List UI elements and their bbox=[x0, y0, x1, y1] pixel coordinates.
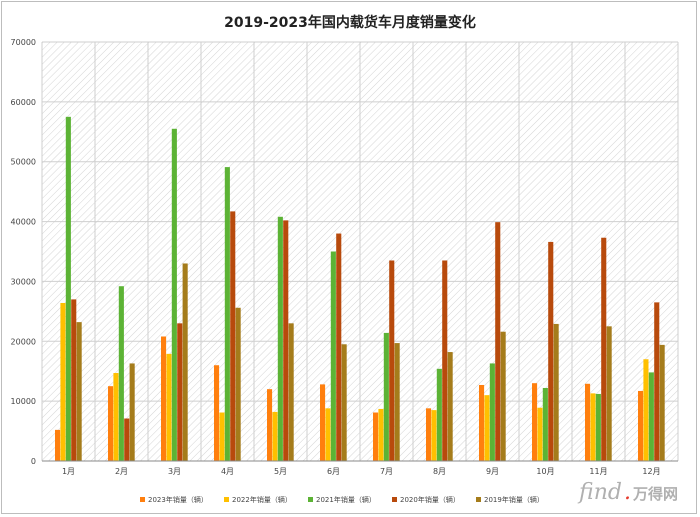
x-tick-label: 8月 bbox=[433, 467, 446, 476]
x-tick-label: 1月 bbox=[62, 467, 75, 476]
bar-1-9 bbox=[537, 407, 543, 461]
x-tick-label: 6月 bbox=[327, 467, 340, 476]
bar-4-7 bbox=[447, 352, 453, 461]
x-tick-label: 12月 bbox=[642, 467, 660, 476]
bar-1-4 bbox=[272, 411, 278, 461]
bar-1-1 bbox=[113, 373, 119, 461]
bar-2-8 bbox=[489, 363, 495, 461]
bar-4-2 bbox=[182, 263, 188, 461]
watermark-suffix: 万得网 bbox=[632, 485, 678, 503]
bar-0-9 bbox=[532, 383, 538, 461]
legend-swatch bbox=[224, 497, 229, 502]
bar-0-3 bbox=[214, 365, 220, 461]
bar-1-5 bbox=[325, 408, 331, 461]
x-tick-label: 2月 bbox=[115, 467, 128, 476]
bar-3-3 bbox=[230, 211, 236, 461]
bar-4-8 bbox=[500, 331, 506, 461]
bar-0-10 bbox=[585, 383, 591, 461]
bar-2-10 bbox=[595, 393, 601, 461]
bar-2-7 bbox=[436, 368, 442, 461]
bar-2-4 bbox=[277, 216, 283, 461]
x-tick-label: 10月 bbox=[536, 467, 554, 476]
bar-3-0 bbox=[71, 299, 77, 461]
y-tick-label: 30000 bbox=[11, 277, 36, 286]
y-tick-label: 10000 bbox=[11, 397, 36, 406]
bar-4-4 bbox=[288, 323, 294, 461]
bar-3-11 bbox=[654, 302, 660, 461]
bar-0-7 bbox=[426, 408, 432, 461]
bar-1-8 bbox=[484, 395, 490, 461]
bar-4-6 bbox=[394, 343, 400, 461]
bar-2-6 bbox=[383, 332, 389, 461]
bar-3-6 bbox=[389, 260, 395, 461]
legend-label: 2023年销量（辆） bbox=[148, 495, 208, 504]
bar-3-10 bbox=[601, 237, 607, 461]
bar-0-1 bbox=[108, 386, 114, 461]
legend-label: 2021年销量（辆） bbox=[316, 495, 376, 504]
legend-swatch bbox=[476, 497, 481, 502]
bar-1-2 bbox=[166, 353, 172, 461]
legend-label: 2019年销量（辆） bbox=[484, 495, 544, 504]
bar-3-7 bbox=[442, 260, 448, 461]
bar-1-6 bbox=[378, 408, 384, 461]
y-tick-label: 50000 bbox=[11, 158, 36, 167]
bar-4-11 bbox=[659, 344, 665, 461]
bar-3-8 bbox=[495, 222, 501, 461]
x-tick-label: 9月 bbox=[486, 467, 499, 476]
bar-4-9 bbox=[553, 323, 559, 461]
bar-3-5 bbox=[336, 233, 342, 461]
x-tick-label: 4月 bbox=[221, 467, 234, 476]
x-tick-label: 5月 bbox=[274, 467, 287, 476]
bar-1-11 bbox=[643, 359, 649, 461]
legend-swatch bbox=[308, 497, 313, 502]
bar-2-11 bbox=[648, 372, 654, 461]
x-tick-label: 11月 bbox=[589, 467, 607, 476]
x-tick-label: 3月 bbox=[168, 467, 181, 476]
bar-0-5 bbox=[320, 384, 326, 461]
bar-4-3 bbox=[235, 307, 241, 461]
watermark-brand: find bbox=[579, 480, 622, 505]
bar-0-11 bbox=[638, 390, 644, 461]
legend-label: 2022年销量（辆） bbox=[232, 495, 292, 504]
bar-1-7 bbox=[431, 410, 437, 461]
watermark-dot: . bbox=[623, 480, 631, 505]
watermark-logo: find. 万得网 bbox=[579, 480, 678, 505]
bar-1-10 bbox=[590, 393, 596, 461]
chart-svg: 0 10000 20000 30000 40000 50000 60000 70000 1月 2月… bbox=[11, 38, 679, 504]
bar-2-9 bbox=[542, 387, 548, 461]
legend-swatch bbox=[392, 497, 397, 502]
bar-1-0 bbox=[60, 302, 66, 461]
bar-4-5 bbox=[341, 344, 347, 461]
bar-0-8 bbox=[479, 384, 485, 461]
bar-3-9 bbox=[548, 241, 554, 461]
bar-2-2 bbox=[171, 128, 177, 462]
y-tick-label: 0 bbox=[31, 457, 36, 466]
bar-0-2 bbox=[161, 336, 167, 461]
bar-2-0 bbox=[65, 116, 71, 462]
bar-3-4 bbox=[283, 220, 289, 461]
bar-4-1 bbox=[129, 363, 135, 461]
bar-2-3 bbox=[224, 167, 230, 461]
bar-1-3 bbox=[219, 412, 225, 461]
bar-0-4 bbox=[267, 389, 273, 461]
x-tick-label: 7月 bbox=[380, 467, 393, 476]
bar-4-0 bbox=[76, 322, 82, 461]
bar-3-2 bbox=[177, 323, 183, 461]
y-tick-label: 20000 bbox=[11, 337, 36, 346]
bar-0-0 bbox=[55, 429, 61, 461]
bar-2-5 bbox=[330, 251, 336, 461]
bar-0-6 bbox=[373, 412, 379, 461]
legend-swatch bbox=[140, 497, 145, 502]
y-tick-label: 70000 bbox=[11, 38, 36, 47]
bar-3-1 bbox=[124, 418, 130, 461]
legend-label: 2020年销量（辆） bbox=[400, 495, 460, 504]
bar-4-10 bbox=[606, 326, 612, 461]
y-tick-label: 40000 bbox=[11, 218, 36, 227]
y-tick-label: 60000 bbox=[11, 98, 36, 107]
bar-2-1 bbox=[118, 286, 124, 461]
